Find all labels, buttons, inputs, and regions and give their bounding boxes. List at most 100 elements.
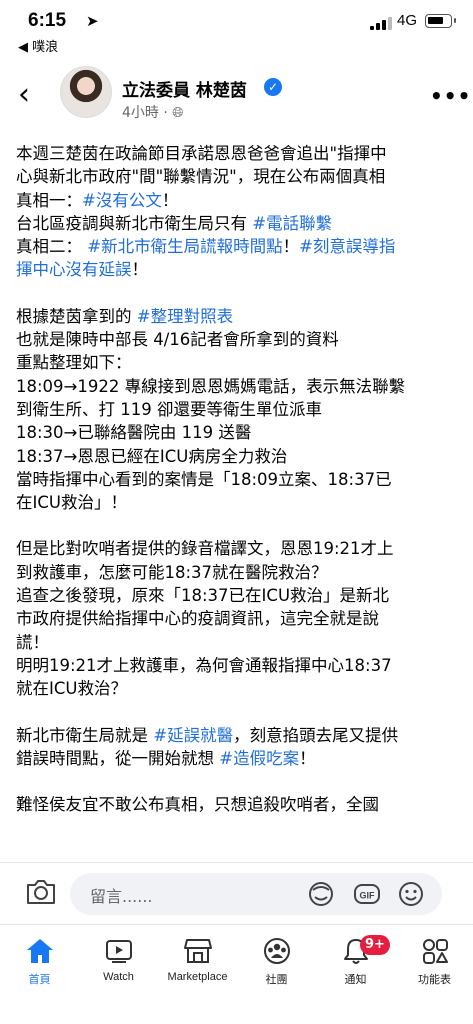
tab-label: Marketplace <box>167 971 228 983</box>
tab-label: Watch <box>103 971 134 983</box>
tab-label: 通知 <box>344 974 367 986</box>
status-bar: 6:15 ➤ ◀ 噗浪 4G <box>0 0 473 56</box>
avatar-sticker-icon[interactable] <box>306 879 336 909</box>
post-text-segment: 台北區疫調與新北市衛生局只有 <box>16 213 253 233</box>
post-time-text: 4小時 · <box>122 105 173 121</box>
post-line: 本週三楚茵在政論節目承諾恩恩爸爸會追出"指揮中 <box>16 142 460 165</box>
post-text-segment: 在ICU救治」！ <box>16 493 127 513</box>
emoji-icon[interactable] <box>396 879 426 909</box>
groups-icon <box>263 938 290 964</box>
tab-label: 功能表 <box>418 974 451 986</box>
post-text-segment: 18:09→1922 專線接到恩恩媽媽電話，表示無法聯繫 <box>16 376 406 396</box>
post-text-segment: 明明19:21才上救護車，為何會通報指揮中心18:37 <box>16 655 392 675</box>
tab-label: 首頁 <box>28 974 51 986</box>
clock: 6:15 <box>28 10 67 31</box>
camera-icon[interactable] <box>24 875 58 909</box>
post-line: 市政府提供給指揮中心的疫調資訊，這完全就是說 <box>16 607 460 630</box>
author-name[interactable]: 立法委員 林楚茵 <box>122 76 247 101</box>
avatar[interactable] <box>60 66 112 118</box>
tab-watch[interactable]: Watch <box>79 933 158 1003</box>
tab-menu[interactable]: 功能表 <box>395 933 473 1003</box>
post-text-segment: 市政府提供給指揮中心的疫調資訊，這完全就是說 <box>16 609 379 629</box>
hashtag-link[interactable]: #電話聯繫 <box>252 214 332 233</box>
post-line: 難怪侯友宜不敢公布真相，只想追殺吹哨者，全國 <box>16 793 460 816</box>
post-text-segment: 錯誤時間點，從一開始就想 <box>16 748 220 768</box>
post-header: ‹ 立法委員 林楚茵 ✓ 4小時 · 🌐︎ ••• <box>0 62 473 132</box>
comment-bar: 留言...... GIF <box>0 862 473 924</box>
post-text-segment: 18:30→已聯絡醫院由 119 送醫 <box>16 423 252 443</box>
post-timestamp[interactable]: 4小時 · 🌐︎ <box>122 102 183 122</box>
back-chevron-icon[interactable]: ‹ <box>18 80 30 110</box>
tab-notifications[interactable]: 9+ 通知 <box>316 933 395 1003</box>
post-line: 真相二： #新北市衛生局謊報時間點！#刻意誤導指 <box>16 235 460 258</box>
post-text-segment: 追查之後發現，原來「18:37已在ICU救治」是新北 <box>16 586 390 606</box>
post-text-segment: 謊！ <box>16 632 49 652</box>
post-text-segment: 本週三楚茵在政論節目承諾恩恩爸爸會追出"指揮中 <box>16 144 387 163</box>
watch-icon <box>105 940 132 963</box>
marketplace-icon <box>183 939 212 963</box>
post-text-segment: 到衛生所、打 119 卻還要等衛生單位派車 <box>16 399 322 419</box>
network-type: 4G <box>397 12 418 29</box>
post-line: 謊！ <box>16 631 460 654</box>
post-text-segment: 新北市衛生局就是 <box>16 725 154 745</box>
hashtag-link[interactable]: #整理對照表 <box>137 307 233 326</box>
post-line: 到救護車，怎麼可能18:37就在醫院救治？ <box>16 561 460 584</box>
post-text-segment: 也就是陳時中部長 4/16記者會所拿到的資料 <box>16 330 339 350</box>
post-text-segment: 當時指揮中心看到的案情是「18:09立案、18:37已 <box>16 469 392 489</box>
post-line: 重點整理如下： <box>16 351 460 374</box>
post-text-segment: ！ <box>161 190 179 210</box>
comment-input[interactable]: 留言...... GIF <box>70 873 442 915</box>
menu-icon <box>422 939 448 964</box>
post-line: 根據楚茵拿到的 #整理對照表 <box>16 305 460 328</box>
tab-label: 社團 <box>265 974 288 986</box>
hashtag-link[interactable]: #刻意誤導指 <box>299 237 395 256</box>
more-options-icon[interactable]: ••• <box>430 84 471 108</box>
post-line: 18:30→已聯絡醫院由 119 送醫 <box>16 421 460 444</box>
tab-home[interactable]: 首頁 <box>0 933 79 1003</box>
gif-icon[interactable]: GIF <box>352 879 382 909</box>
post-text-segment: 心與新北市政府"間"聯繫情況"，現在公布兩個真相 <box>16 167 386 187</box>
post-line: 就在ICU救治？ <box>16 677 460 700</box>
hashtag-link[interactable]: 揮中心沒有延誤 <box>16 260 132 279</box>
post-text-segment: ！ <box>131 260 149 280</box>
post-line: 18:09→1922 專線接到恩恩媽媽電話，表示無法聯繫 <box>16 375 460 398</box>
battery-icon <box>425 14 456 28</box>
post-line: 真相一：#沒有公文！ <box>16 189 460 212</box>
post-text-segment: 到救護車，怎麼可能18:37就在醫院救治？ <box>16 562 328 582</box>
post-line: 也就是陳時中部長 4/16記者會所拿到的資料 <box>16 328 460 351</box>
post-line: 在ICU救治」！ <box>16 491 460 514</box>
post-line: 明明19:21才上救護車，為何會通報指揮中心18:37 <box>16 654 460 677</box>
comment-placeholder: 留言...... <box>90 887 153 906</box>
post-text-segment: ，刻意掐頭去尾又提供 <box>233 725 399 745</box>
home-icon <box>26 939 53 963</box>
post-text-segment: 重點整理如下： <box>16 353 132 373</box>
hashtag-link[interactable]: #造假吃案 <box>219 749 299 768</box>
location-arrow-icon: ➤ <box>86 12 99 30</box>
post-line: 18:37→恩恩已經在ICU病房全力救治 <box>16 445 460 468</box>
tab-groups[interactable]: 社團 <box>237 933 316 1003</box>
post-text-segment: 根據楚茵拿到的 <box>16 306 137 326</box>
tab-marketplace[interactable]: Marketplace <box>158 933 237 1003</box>
post-text-segment: 就在ICU救治？ <box>16 679 127 699</box>
verified-badge-icon: ✓ <box>264 78 282 96</box>
svg-text:GIF: GIF <box>360 891 376 901</box>
post-line: 台北區疫調與新北市衛生局只有 #電話聯繫 <box>16 212 460 235</box>
hashtag-link[interactable]: #新北市衛生局謊報時間點 <box>87 237 282 256</box>
post-text-segment: 真相二： <box>16 237 88 257</box>
post-text-segment: 但是比對吹哨者提供的錄音檔譯文，恩恩19:21才上 <box>16 539 394 559</box>
post-text-segment: 18:37→恩恩已經在ICU病房全力救治 <box>16 446 288 466</box>
post-line: 心與新北市政府"間"聯繫情況"，現在公布兩個真相 <box>16 165 460 188</box>
hashtag-link[interactable]: #延誤就醫 <box>153 726 233 745</box>
cellular-signal-icon <box>370 16 392 30</box>
back-to-app-link[interactable]: ◀ 噗浪 <box>18 36 58 55</box>
notification-badge: 9+ <box>360 935 390 955</box>
post-line: 追查之後發現，原來「18:37已在ICU救治」是新北 <box>16 584 460 607</box>
hashtag-link[interactable]: #沒有公文 <box>82 191 162 210</box>
post-line: 錯誤時間點，從一開始就想 #造假吃案！ <box>16 747 460 770</box>
post-line: 到衛生所、打 119 卻還要等衛生單位派車 <box>16 398 460 421</box>
post-text-segment: ！ <box>299 748 316 768</box>
